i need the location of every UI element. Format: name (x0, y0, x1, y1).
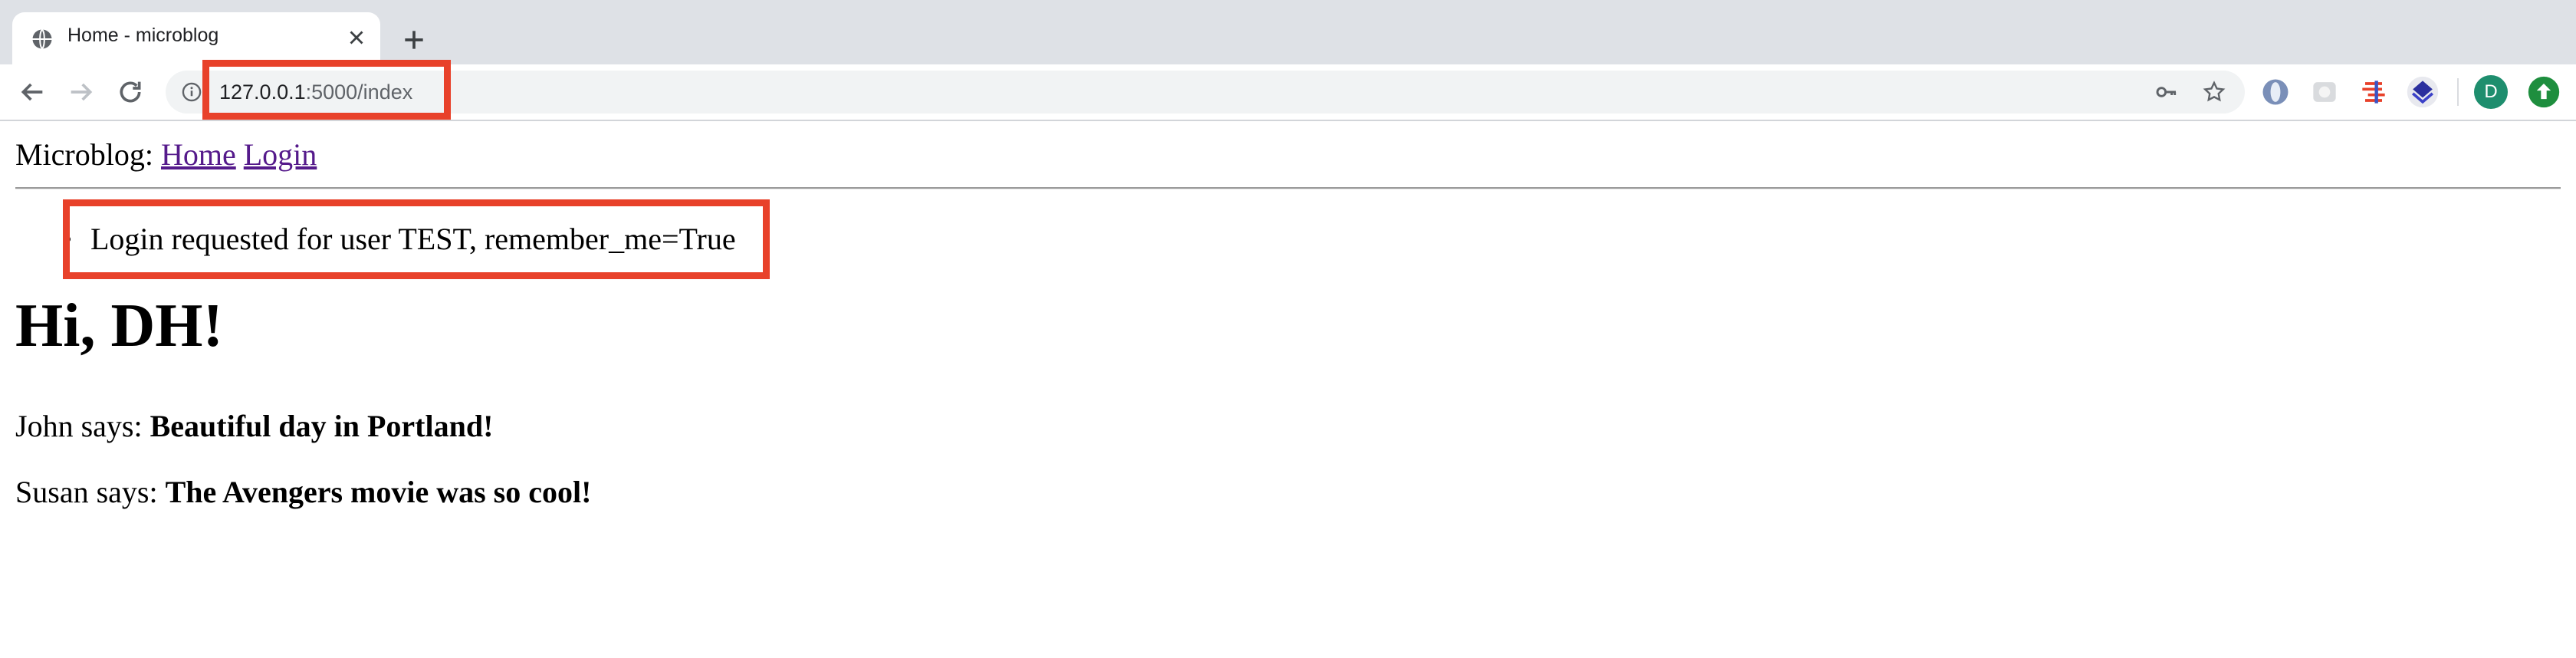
forward-icon[interactable] (66, 77, 97, 107)
address-bar[interactable]: 127.0.0.1:5000/index (166, 71, 2245, 114)
globe-icon (32, 28, 52, 50)
post-body: The Avengers movie was so cool! (165, 475, 592, 509)
profile-avatar[interactable]: D (2474, 75, 2508, 109)
brand-label: Microblog: (15, 137, 153, 172)
extension-1-icon[interactable] (2259, 75, 2292, 109)
nav-link-login[interactable]: Login (244, 137, 317, 172)
key-icon[interactable] (2154, 80, 2179, 104)
reload-icon[interactable] (115, 77, 146, 107)
post-item: Susan says: The Avengers movie was so co… (15, 474, 591, 510)
divider (15, 187, 2561, 189)
tab-title: Home - microblog (67, 25, 219, 46)
navbar: Microblog: Home Login (15, 137, 317, 173)
new-tab-icon[interactable] (399, 25, 429, 55)
close-tab-icon[interactable] (345, 26, 368, 49)
extension-2-icon[interactable] (2308, 75, 2341, 109)
page-heading: Hi, DH! (15, 292, 224, 360)
extension-4-icon[interactable] (2406, 75, 2440, 109)
back-icon[interactable] (17, 77, 48, 107)
post-author: Susan says: (15, 475, 158, 509)
url-highlight-box (202, 60, 451, 120)
tab-home[interactable]: Home - microblog (12, 12, 380, 64)
post-item: John says: Beautiful day in Portland! (15, 408, 493, 444)
info-icon[interactable] (181, 81, 202, 103)
extension-3-icon[interactable] (2357, 75, 2390, 109)
toolbar-separator (2457, 78, 2459, 106)
post-body: Beautiful day in Portland! (150, 409, 494, 443)
flash-highlight-box (63, 199, 770, 279)
nav-link-home[interactable]: Home (161, 137, 236, 172)
post-author: John says: (15, 409, 143, 443)
tab-strip: Home - microblog (0, 0, 2576, 64)
update-icon[interactable] (2527, 75, 2561, 109)
star-icon[interactable] (2202, 80, 2226, 104)
